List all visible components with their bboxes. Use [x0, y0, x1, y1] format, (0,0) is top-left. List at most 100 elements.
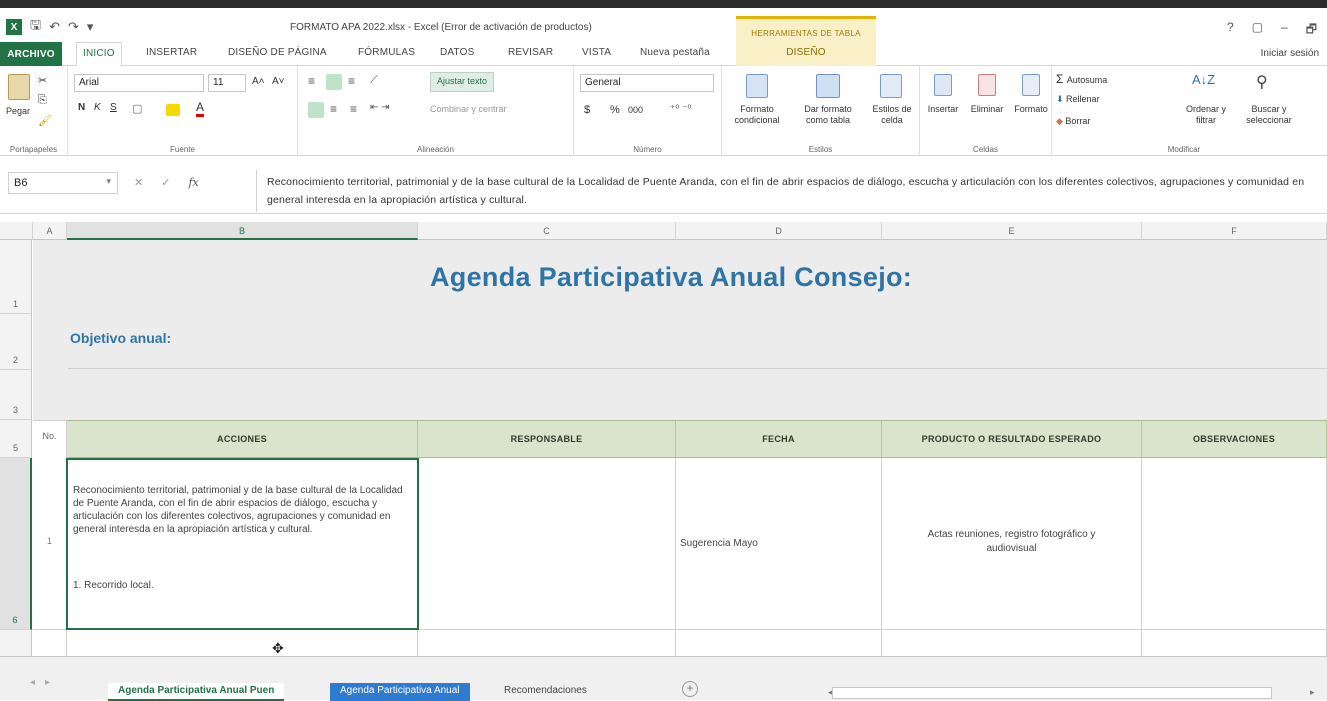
grow-font-icon[interactable]: A˄: [252, 76, 265, 87]
decimal-icons[interactable]: ⁺⁰ ⁻⁰: [670, 104, 691, 115]
conditional-format-button[interactable]: Formato condicional: [724, 104, 790, 126]
column-header-d[interactable]: D: [676, 222, 882, 240]
cell-styles-icon[interactable]: [880, 74, 902, 98]
cell-f7[interactable]: [1142, 630, 1327, 656]
format-painter-icon[interactable]: 🖌: [38, 114, 52, 127]
cell-a7[interactable]: [33, 630, 67, 656]
sheet-tab-agenda-anual[interactable]: Agenda Participativa Anual: [330, 683, 470, 701]
horizontal-scrollbar[interactable]: [832, 687, 1272, 699]
tab-new-tab[interactable]: Nueva pestaña: [640, 47, 710, 58]
conditional-format-icon[interactable]: [746, 74, 768, 98]
delete-cells-icon[interactable]: [978, 74, 996, 96]
number-format-select[interactable]: General: [580, 74, 714, 92]
minimize-button[interactable]: –: [1281, 20, 1288, 41]
scroll-right-icon[interactable]: ▸: [1310, 687, 1315, 698]
format-cells-icon[interactable]: [1022, 74, 1040, 96]
worksheet[interactable]: A B C D E F 1 2 3 5 6 Agenda Participati…: [0, 222, 1327, 656]
tab-insert[interactable]: INSERTAR: [146, 47, 197, 58]
align-top-icon[interactable]: ≡: [308, 74, 315, 88]
cell-f6-observaciones[interactable]: [1142, 458, 1327, 630]
column-header-e[interactable]: E: [882, 222, 1142, 240]
font-color-icon[interactable]: A: [196, 100, 205, 117]
redo-icon[interactable]: ↷: [68, 19, 79, 35]
row-header-7[interactable]: [0, 630, 32, 656]
tab-file[interactable]: ARCHIVO: [0, 42, 62, 66]
column-header-f[interactable]: F: [1142, 222, 1327, 240]
cell-d6-fecha[interactable]: Sugerencia Mayo: [676, 458, 882, 630]
enter-icon[interactable]: ✓: [161, 176, 170, 189]
delete-cells-button[interactable]: Eliminar: [964, 104, 1010, 115]
tab-table-design[interactable]: DISEÑO: [736, 42, 876, 66]
header-producto[interactable]: PRODUCTO O RESULTADO ESPERADO: [882, 420, 1142, 458]
italic-button[interactable]: K: [94, 102, 101, 113]
bold-button[interactable]: N: [78, 102, 85, 113]
header-fecha[interactable]: FECHA: [676, 420, 882, 458]
cell-e6-producto[interactable]: Actas reuniones, registro fotográfico y …: [882, 458, 1142, 630]
row-header-2[interactable]: 2: [0, 314, 32, 370]
cell-styles-button[interactable]: Estilos de celda: [866, 104, 918, 126]
insert-function-icon[interactable]: fx: [188, 176, 198, 189]
cut-icon[interactable]: ✂: [38, 74, 47, 87]
font-name-select[interactable]: Arial: [74, 74, 204, 92]
objective-label[interactable]: Objetivo anual:: [70, 330, 171, 346]
font-size-select[interactable]: 11: [208, 74, 246, 92]
wrap-text-button[interactable]: Ajustar texto: [430, 72, 495, 92]
cell-d7[interactable]: [676, 630, 882, 656]
insert-cells-icon[interactable]: [934, 74, 952, 96]
binoculars-icon[interactable]: ⚲: [1256, 72, 1268, 92]
tab-page-layout[interactable]: DISEÑO DE PÁGINA: [228, 47, 327, 58]
align-bottom-icon[interactable]: ≡: [348, 74, 355, 88]
header-observaciones[interactable]: OBSERVACIONES: [1142, 420, 1327, 458]
percent-button[interactable]: %: [610, 104, 620, 116]
name-box[interactable]: B6 ▾: [8, 172, 118, 194]
help-button[interactable]: ?: [1227, 20, 1234, 41]
formula-input[interactable]: Reconocimiento territorial, patrimonial …: [256, 170, 1322, 212]
sheet-tab-recomendaciones[interactable]: Recomendaciones: [494, 683, 597, 701]
add-sheet-icon[interactable]: +: [682, 681, 698, 697]
cell-c6-responsable[interactable]: [419, 458, 676, 630]
fill-button[interactable]: ⬇ Rellenar: [1056, 94, 1100, 105]
shrink-font-icon[interactable]: A˅: [272, 76, 285, 87]
format-as-table-button[interactable]: Dar formato como tabla: [792, 104, 864, 126]
borders-icon[interactable]: ▢: [132, 102, 142, 115]
header-no[interactable]: No.: [33, 420, 67, 458]
row-header-3[interactable]: 3: [0, 370, 32, 420]
align-center-icon[interactable]: ≡: [330, 102, 337, 116]
merge-center-button[interactable]: Combinar y centrar: [430, 104, 507, 114]
align-right-icon[interactable]: ≡: [350, 102, 357, 116]
tab-formulas[interactable]: FÓRMULAS: [358, 47, 415, 58]
underline-button[interactable]: S: [110, 102, 117, 113]
restore-button[interactable]: 🗗: [1306, 20, 1317, 41]
tab-home[interactable]: INICIO: [76, 42, 122, 67]
fill-color-icon[interactable]: [166, 104, 180, 116]
cell-a6[interactable]: 1: [33, 458, 67, 630]
format-cells-button[interactable]: Formato: [1008, 104, 1054, 115]
tab-data[interactable]: DATOS: [440, 47, 475, 58]
orientation-icon[interactable]: ⟋: [370, 74, 378, 87]
column-header-b[interactable]: B: [67, 222, 418, 240]
header-acciones[interactable]: ACCIONES: [67, 420, 418, 458]
align-left-icon[interactable]: [308, 102, 324, 118]
cancel-icon[interactable]: ✕: [134, 176, 143, 189]
sign-in-link[interactable]: Iniciar sesión: [1261, 48, 1319, 59]
customize-qat-icon[interactable]: ▾: [87, 19, 94, 35]
copy-icon[interactable]: ⎘: [38, 94, 47, 107]
undo-icon[interactable]: ↶: [49, 19, 60, 35]
paste-button[interactable]: Pegar: [6, 106, 30, 116]
column-header-c[interactable]: C: [418, 222, 676, 240]
sheet-tab-agenda-puen[interactable]: Agenda Participativa Anual Puen: [108, 683, 285, 701]
autosum-button[interactable]: Σ Autosuma: [1056, 72, 1107, 86]
sheet-title[interactable]: Agenda Participativa Anual Consejo:: [430, 262, 912, 293]
column-header-a[interactable]: A: [33, 222, 67, 240]
indent-icon[interactable]: ⇤ ⇥: [370, 102, 390, 113]
format-as-table-icon[interactable]: [816, 74, 840, 98]
tab-review[interactable]: REVISAR: [508, 47, 553, 58]
ribbon-display-button[interactable]: ▢: [1252, 20, 1263, 41]
row-header-1[interactable]: 1: [0, 240, 32, 314]
cell-b6-acciones[interactable]: Reconocimiento territorial, patrimonial …: [66, 458, 419, 630]
header-responsable[interactable]: RESPONSABLE: [418, 420, 676, 458]
sort-filter-button[interactable]: Ordenar y filtrar: [1178, 104, 1234, 126]
clear-button[interactable]: ◆ Borrar: [1056, 116, 1090, 127]
select-all-corner[interactable]: [0, 222, 33, 240]
insert-cells-button[interactable]: Insertar: [920, 104, 966, 115]
